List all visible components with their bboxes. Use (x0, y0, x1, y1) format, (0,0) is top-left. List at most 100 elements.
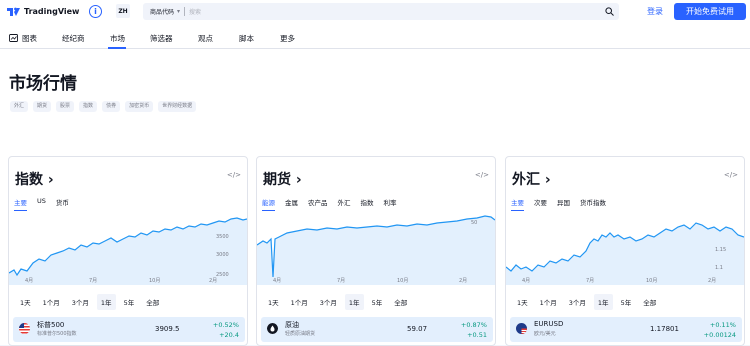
x-tick: 7月 (586, 278, 594, 284)
tab-energy[interactable]: 能源 (262, 197, 275, 211)
tab-agricultural[interactable]: 农产品 (308, 197, 328, 210)
tab-currency-index[interactable]: 货币指数 (580, 197, 606, 210)
x-tick: 4月 (25, 278, 33, 284)
y-tick: 50 (471, 220, 477, 226)
nav-item-screeners[interactable]: 筛选器 (150, 33, 173, 44)
nav-item-ideas[interactable]: 观点 (198, 33, 213, 44)
panel-title[interactable]: 外汇 › (512, 169, 551, 189)
chip-stocks[interactable]: 股票 (56, 101, 75, 112)
chip-crypto[interactable]: 加密货币 (125, 101, 154, 112)
chip-economy[interactable]: 世界财经数据 (158, 101, 197, 112)
top-bar: TradingView i ZH 商品代码 ▾ 搜索 登录 开始免费试用 (0, 0, 750, 25)
panel-title[interactable]: 期货 › (263, 169, 302, 189)
search-icon[interactable] (605, 7, 614, 16)
range-1m[interactable]: 1个月 (536, 294, 561, 310)
symbol-description: 欧元/美元 (534, 331, 556, 337)
symbol-row-crude-oil[interactable]: 原油 轻质原油期货 59.07 +0.87% +0.51 (261, 317, 493, 342)
x-tick: 10月 (397, 278, 408, 284)
main-nav: 图表 经纪商 市场 筛选器 观点 脚本 更多 (0, 25, 750, 49)
x-tick: 2月 (209, 278, 217, 284)
range-1m[interactable]: 1个月 (39, 294, 64, 310)
crude-oil-icon (267, 323, 278, 334)
start-trial-button[interactable]: 开始免费试用 (674, 3, 746, 20)
range-1y[interactable]: 1年 (344, 294, 364, 310)
symbol-change: +0.51 (467, 331, 487, 339)
nav-item-brokers[interactable]: 经纪商 (62, 33, 85, 44)
futures-area-chart[interactable]: 50 4月 7月 10月 2月 (257, 215, 495, 285)
symbol-change: +0.00124 (703, 331, 736, 339)
chip-futures[interactable]: 期货 (33, 101, 52, 112)
chip-forex[interactable]: 外汇 (10, 101, 29, 112)
x-tick: 4月 (522, 278, 530, 284)
range-all[interactable]: 全部 (639, 294, 660, 310)
page-title: 市场行情 (9, 74, 77, 94)
tab-minor[interactable]: 次要 (534, 197, 547, 210)
nav-item-chart[interactable]: 图表 (22, 33, 37, 44)
tab-us[interactable]: US (37, 197, 46, 210)
tab-exotic[interactable]: 异国 (557, 197, 570, 210)
nav-item-markets[interactable]: 市场 (110, 33, 125, 44)
range-all[interactable]: 全部 (142, 294, 163, 310)
y-tick: 3500 (216, 234, 229, 240)
search-input[interactable]: 搜索 (189, 7, 201, 16)
panel-tabs: 主要 次要 异国 货币指数 (511, 197, 606, 211)
symbol-description: 轻质原油期货 (285, 331, 316, 337)
range-5y[interactable]: 5年 (120, 294, 139, 310)
symbol-price: 1.17801 (650, 325, 679, 333)
forex-area-chart[interactable]: 1.15 1.1 4月 7月 10月 2月 (506, 215, 744, 285)
tab-metals[interactable]: 金属 (285, 197, 298, 210)
symbol-description: 标准普尔500指数 (37, 331, 77, 337)
tab-currency[interactable]: 货币 (56, 197, 69, 210)
range-1y[interactable]: 1年 (96, 294, 116, 310)
index-area-chart[interactable]: 3500 3000 2500 4月 7月 10月 2月 (9, 215, 247, 285)
market-chips: 外汇 期货 股票 指数 债券 加密货币 世界财经数据 (10, 101, 197, 112)
symbol-row-spx[interactable]: 标普500 标准普尔500指数 3909.5 +0.52% +20.4 (13, 317, 245, 342)
symbol-row-eurusd[interactable]: EURUSD 欧元/美元 1.17801 +0.11% +0.00124 (510, 317, 742, 342)
forex-panel: 外汇 › </> 主要 次要 异国 货币指数 1.15 1.1 4月 7月 10… (505, 156, 745, 346)
range-1d[interactable]: 1天 (513, 294, 532, 310)
symbol-price: 59.07 (407, 325, 428, 333)
nav-item-more[interactable]: 更多 (280, 33, 295, 44)
range-1m[interactable]: 1个月 (287, 294, 312, 310)
tab-rates[interactable]: 利率 (384, 197, 397, 210)
range-selector: 1天 1个月 3个月 1年 5年 全部 (16, 294, 163, 310)
embed-code-icon[interactable]: </> (475, 171, 489, 179)
panel-title[interactable]: 指数 › (15, 169, 54, 189)
symbol-name: EURUSD (534, 320, 564, 328)
tab-major[interactable]: 主要 (511, 197, 524, 211)
brand-name: TradingView (24, 6, 80, 16)
range-1d[interactable]: 1天 (264, 294, 283, 310)
tab-major[interactable]: 主要 (14, 197, 27, 211)
x-tick: 10月 (149, 278, 160, 284)
embed-code-icon[interactable]: </> (724, 171, 738, 179)
search-bar[interactable]: 商品代码 ▾ 搜索 (143, 3, 619, 20)
range-all[interactable]: 全部 (390, 294, 411, 310)
symbol-change-percent: +0.11% (709, 321, 736, 329)
panel-tabs: 主要 US 货币 (14, 197, 69, 211)
symbol-change: +20.4 (219, 331, 239, 339)
chart-icon (9, 34, 18, 42)
x-tick: 10月 (646, 278, 657, 284)
range-3m[interactable]: 3个月 (565, 294, 590, 310)
range-1d[interactable]: 1天 (16, 294, 35, 310)
tradingview-logo-icon (7, 7, 20, 16)
tab-forex[interactable]: 外汇 (338, 197, 351, 210)
nav-item-scripts[interactable]: 脚本 (239, 33, 254, 44)
range-5y[interactable]: 5年 (368, 294, 387, 310)
tradingview-logo[interactable]: TradingView (7, 6, 79, 16)
range-3m[interactable]: 3个月 (68, 294, 93, 310)
info-icon[interactable]: i (89, 5, 102, 18)
range-selector: 1天 1个月 3个月 1年 5年 全部 (513, 294, 660, 310)
range-5y[interactable]: 5年 (617, 294, 636, 310)
range-1y[interactable]: 1年 (593, 294, 613, 310)
tab-indices[interactable]: 指数 (361, 197, 374, 210)
chip-indices[interactable]: 指数 (79, 101, 98, 112)
range-3m[interactable]: 3个月 (316, 294, 341, 310)
language-button[interactable]: ZH (116, 4, 130, 18)
search-type-select[interactable]: 商品代码 (150, 7, 174, 16)
embed-code-icon[interactable]: </> (227, 171, 241, 179)
futures-panel: 期货 › </> 能源 金属 农产品 外汇 指数 利率 50 4月 7月 10月… (256, 156, 496, 346)
symbol-change-percent: +0.87% (460, 321, 487, 329)
chip-bonds[interactable]: 债券 (102, 101, 121, 112)
login-link[interactable]: 登录 (647, 6, 663, 17)
